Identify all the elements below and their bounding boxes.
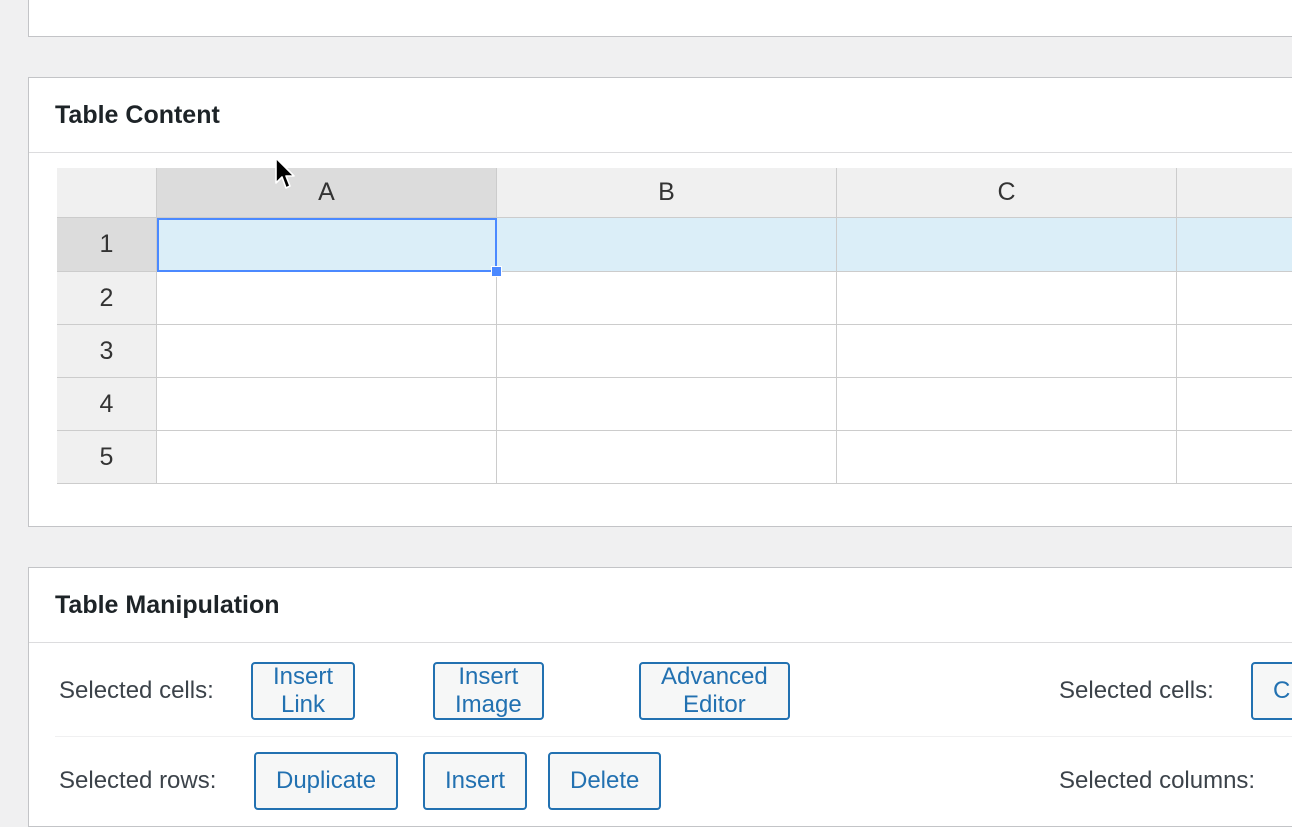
cell-c1[interactable]	[837, 218, 1177, 272]
cell-b3[interactable]	[497, 325, 837, 378]
cell-b5[interactable]	[497, 431, 837, 484]
row-header-3[interactable]: 3	[57, 325, 157, 378]
mouse-pointer-icon	[275, 157, 295, 189]
selected-cells-label: Selected cells:	[59, 677, 214, 704]
column-header-b[interactable]: B	[497, 168, 837, 218]
insert-rows-button[interactable]: Insert	[423, 752, 528, 810]
cell-c4[interactable]	[837, 378, 1177, 431]
column-header-d[interactable]	[1177, 168, 1292, 218]
cell-b4[interactable]	[497, 378, 837, 431]
grid-corner[interactable]	[57, 168, 157, 218]
cell-d1[interactable]	[1177, 218, 1292, 272]
cell-a5[interactable]	[157, 431, 497, 484]
row-divider	[55, 736, 1292, 737]
cell-c2[interactable]	[837, 272, 1177, 325]
cell-b2[interactable]	[497, 272, 837, 325]
cell-d4[interactable]	[1177, 378, 1292, 431]
table-manipulation-title: Table Manipulation	[29, 568, 1292, 643]
cell-a4[interactable]	[157, 378, 497, 431]
table-content-title: Table Content	[29, 78, 1292, 153]
insert-link-button[interactable]: Insert Link	[251, 662, 356, 720]
cell-b1[interactable]	[497, 218, 837, 272]
top-panel	[28, 0, 1292, 37]
cell-c5[interactable]	[837, 431, 1177, 484]
duplicate-rows-button[interactable]: Duplicate	[254, 752, 399, 810]
fill-handle[interactable]	[491, 266, 502, 277]
selected-cells-label-right: Selected cells:	[1059, 677, 1214, 704]
column-header-a[interactable]: A	[157, 168, 497, 218]
row-header-2[interactable]: 2	[57, 272, 157, 325]
cell-a3[interactable]	[157, 325, 497, 378]
row-header-1[interactable]: 1	[57, 218, 157, 272]
cell-a2[interactable]	[157, 272, 497, 325]
cell-d5[interactable]	[1177, 431, 1292, 484]
column-header-c[interactable]: C	[837, 168, 1177, 218]
row-header-4[interactable]: 4	[57, 378, 157, 431]
cell-c3[interactable]	[837, 325, 1177, 378]
selected-rows-label: Selected rows:	[59, 767, 217, 794]
combine-button-partial[interactable]: C	[1251, 662, 1292, 720]
selected-cell-border[interactable]	[157, 218, 497, 272]
advanced-editor-button[interactable]: Advanced Editor	[639, 662, 790, 720]
table-manipulation-panel: Table Manipulation Selected cells: Inser…	[28, 567, 1292, 827]
selected-columns-label: Selected columns:	[1059, 767, 1256, 794]
cell-d3[interactable]	[1177, 325, 1292, 378]
table-content-panel: Table Content A B C 1 2 3 4 5	[28, 77, 1292, 527]
row-header-5[interactable]: 5	[57, 431, 157, 484]
cell-d2[interactable]	[1177, 272, 1292, 325]
delete-rows-button[interactable]: Delete	[548, 752, 662, 810]
insert-image-button[interactable]: Insert Image	[433, 662, 544, 720]
spreadsheet-grid: A B C 1 2 3 4 5	[57, 168, 1292, 486]
